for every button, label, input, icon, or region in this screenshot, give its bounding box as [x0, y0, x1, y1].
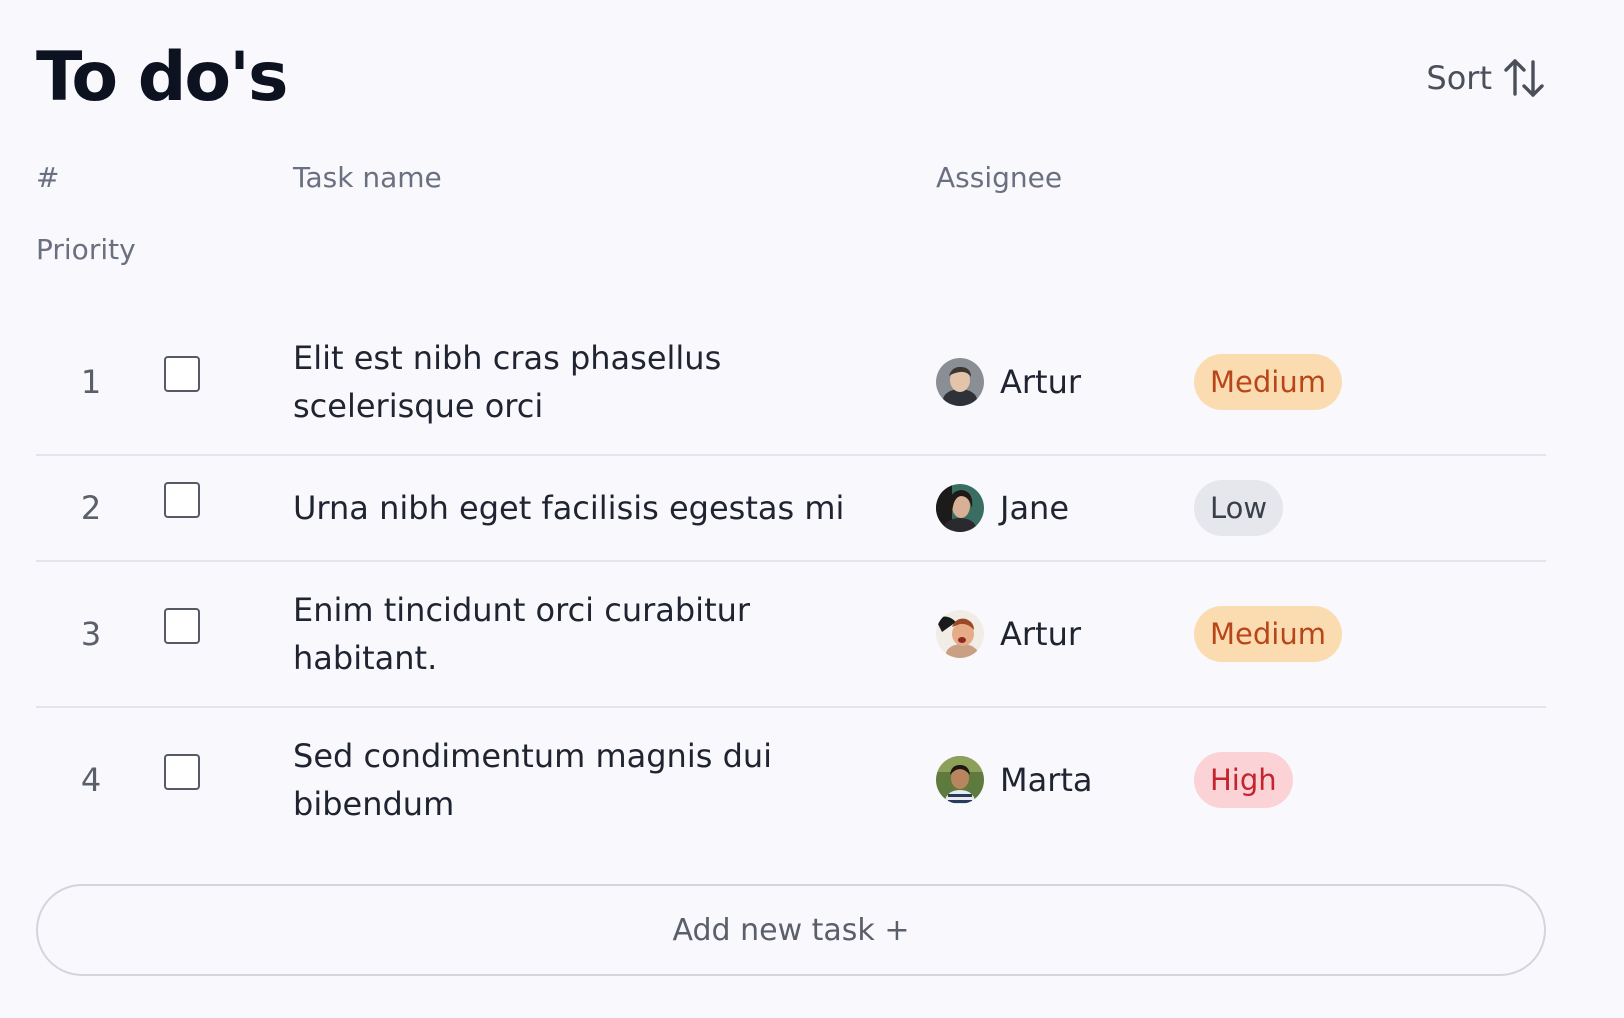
- sort-label: Sort: [1426, 59, 1492, 97]
- assignee: Artur: [936, 610, 1081, 658]
- assignee-name: Jane: [1000, 489, 1070, 527]
- sort-arrows-icon: [1504, 59, 1544, 97]
- task-number: 3: [80, 615, 102, 653]
- task-number: 2: [80, 489, 102, 527]
- assignee-name: Artur: [1000, 363, 1082, 401]
- assignee-name: Marta: [1000, 761, 1093, 799]
- column-header-task-name: Task name: [293, 161, 442, 194]
- assignee: Marta: [936, 756, 1093, 804]
- task-name: Urna nibh eget facilisis egestas mi: [293, 489, 845, 527]
- priority-badge: High: [1194, 752, 1293, 808]
- avatar: [936, 756, 984, 804]
- avatar: [936, 610, 984, 658]
- task-row: 4 Sed condimentum magnis dui bibendum Ma…: [36, 708, 1546, 852]
- priority-badge: Low: [1194, 480, 1284, 536]
- task-checkbox[interactable]: [164, 482, 200, 518]
- task-row: 3 Enim tincidunt orci curabitur habitant…: [36, 562, 1546, 708]
- column-header-number: #: [36, 161, 60, 194]
- task-row: 1 Elit est nibh cras phasellus scelerisq…: [36, 310, 1546, 456]
- task-checkbox[interactable]: [164, 356, 200, 392]
- task-checkbox[interactable]: [164, 608, 200, 644]
- column-header-assignee: Assignee: [936, 161, 1063, 194]
- priority-badge: Medium: [1194, 354, 1342, 410]
- sort-button[interactable]: Sort: [1426, 56, 1546, 100]
- todo-panel: To do's Sort # Task name Assignee Priori…: [36, 0, 1546, 1018]
- task-number: 4: [80, 761, 102, 799]
- task-row: 2 Urna nibh eget facilisis egestas mi Ja…: [36, 456, 1546, 562]
- task-name: Elit est nibh cras phasellus scelerisque…: [293, 339, 722, 425]
- assignee: Artur: [936, 358, 1081, 406]
- assignee: Jane: [936, 484, 1069, 532]
- task-checkbox[interactable]: [164, 754, 200, 790]
- page-title: To do's: [36, 38, 288, 117]
- task-name: Enim tincidunt orci curabitur habitant.: [293, 591, 751, 677]
- avatar: [936, 358, 984, 406]
- task-name: Sed condimentum magnis dui bibendum: [293, 737, 773, 823]
- avatar: [936, 484, 984, 532]
- column-header-priority: Priority: [36, 233, 136, 266]
- assignee-name: Artur: [1000, 615, 1082, 653]
- priority-badge: Medium: [1194, 606, 1342, 662]
- task-number: 1: [80, 363, 102, 401]
- add-new-task-button[interactable]: Add new task +: [36, 884, 1546, 976]
